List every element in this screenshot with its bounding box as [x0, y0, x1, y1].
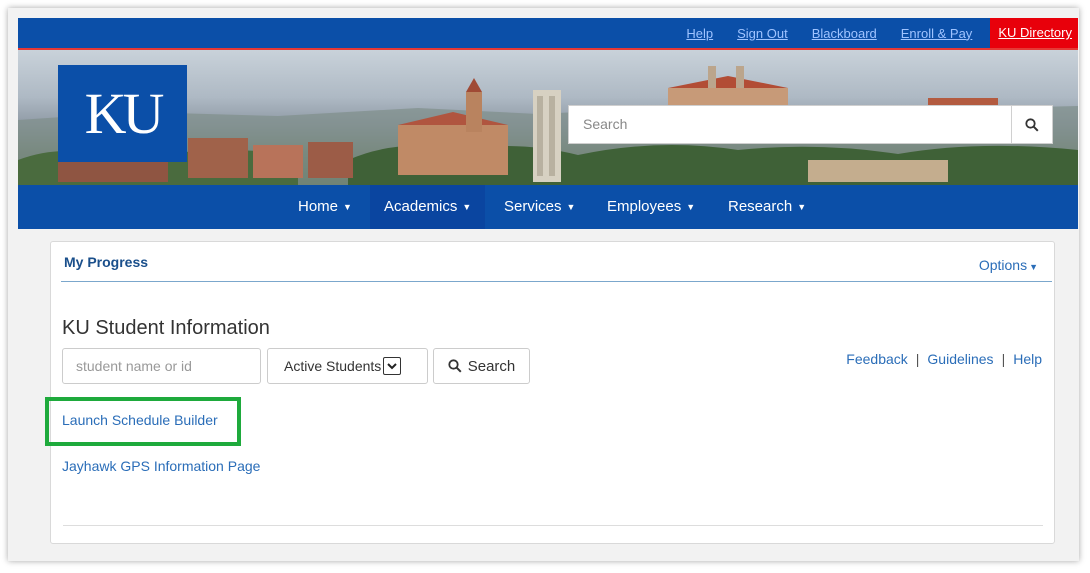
sign-out-link[interactable]: Sign Out [737, 26, 788, 41]
guidelines-link[interactable]: Guidelines [927, 351, 993, 367]
main-navigation: Home ▼ Academics ▼ Services ▼ Employees ▼ Re… [18, 185, 1078, 229]
student-search-input[interactable] [62, 348, 261, 384]
header-search-button[interactable] [1011, 106, 1052, 143]
header-search-input[interactable] [569, 106, 1013, 141]
nav-home-label: Home [298, 198, 339, 215]
nav-employees-label: Employees [607, 198, 682, 215]
my-progress-card: My Progress Options ▼ KU Student Informat… [45, 241, 1055, 544]
enroll-pay-link[interactable]: Enroll & Pay [901, 26, 973, 41]
nav-research-label: Research [728, 198, 793, 215]
search-button-label: Search [467, 357, 516, 375]
options-dropdown[interactable]: Options ▼ [979, 257, 1038, 273]
blackboard-link[interactable]: Blackboard [812, 26, 877, 41]
nav-research[interactable]: Research ▼ [728, 185, 806, 229]
ku-logo-text: KU [84, 81, 165, 146]
utility-bar: Help Sign Out Blackboard Enroll & Pay KU… [18, 18, 1078, 50]
nav-employees[interactable]: Employees ▼ [607, 185, 695, 229]
help-link[interactable]: Help [686, 26, 713, 41]
chevron-down-icon: ▼ [686, 202, 696, 212]
search-icon [1025, 117, 1039, 132]
student-filter-value: Active Students [284, 358, 382, 374]
nav-services-label: Services [504, 198, 562, 215]
student-search-button[interactable]: Search [433, 348, 530, 384]
chevron-down-icon: ▼ [566, 202, 576, 212]
chevron-down-icon: ▼ [343, 202, 352, 212]
jayhawk-gps-link[interactable]: Jayhawk GPS Information Page [62, 458, 260, 474]
chevron-down-icon [383, 357, 402, 375]
feedback-link[interactable]: Feedback [846, 351, 907, 367]
help-links: Feedback | Guidelines | Help [846, 351, 1042, 367]
ku-directory-link[interactable]: KU Directory [990, 18, 1078, 48]
card-title: My Progress [64, 254, 149, 270]
chevron-down-icon: ▼ [797, 202, 807, 212]
nav-academics-label: Academics [384, 198, 458, 215]
card-header-divider [61, 281, 1052, 282]
ku-logo[interactable]: KU [58, 65, 187, 162]
chevron-down-icon: ▼ [1029, 262, 1038, 272]
chevron-down-icon: ▼ [462, 202, 472, 212]
card-bottom-divider [63, 525, 1043, 526]
separator: | [915, 351, 920, 367]
header-search [568, 105, 1053, 144]
nav-services[interactable]: Services ▼ [504, 185, 575, 229]
search-icon [448, 359, 462, 373]
help-link-card[interactable]: Help [1013, 351, 1042, 367]
launch-schedule-builder-link[interactable]: Launch Schedule Builder [62, 412, 218, 428]
nav-academics[interactable]: Academics ▼ [370, 185, 486, 229]
section-title: KU Student Information [62, 317, 270, 339]
utility-links: Help Sign Out Blackboard Enroll & Pay KU… [662, 18, 1078, 48]
options-label: Options [978, 257, 1028, 273]
student-filter-select[interactable]: Active Students [267, 348, 428, 384]
separator: | [1001, 351, 1006, 367]
nav-home[interactable]: Home ▼ [298, 185, 352, 229]
